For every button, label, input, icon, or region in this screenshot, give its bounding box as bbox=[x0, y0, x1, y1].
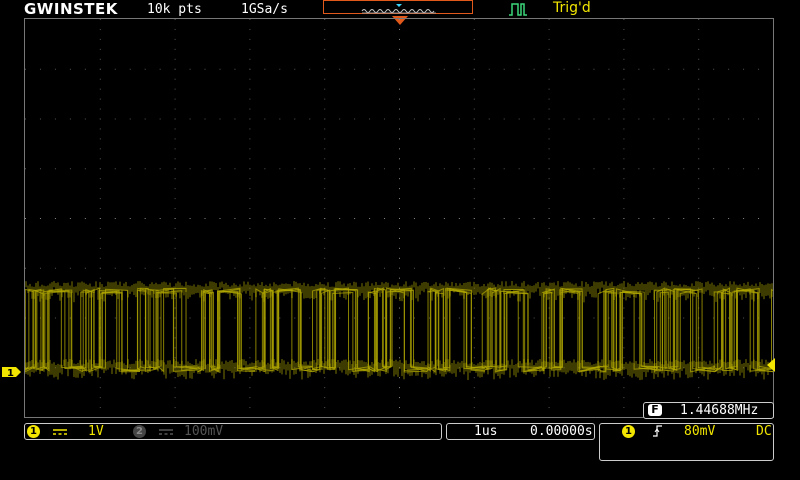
frequency-label: F bbox=[648, 404, 662, 416]
rising-edge-icon bbox=[653, 425, 662, 437]
timebase-scale: 1us bbox=[474, 424, 498, 439]
trigger-source-badge: 1 bbox=[622, 425, 635, 438]
memory-depth: 10k pts bbox=[147, 2, 202, 17]
channel-info-bar[interactable] bbox=[24, 423, 442, 440]
ch2-badge[interactable]: 2 bbox=[133, 425, 146, 438]
trigger-coupling: DC bbox=[756, 424, 772, 439]
waveform-display[interactable] bbox=[24, 18, 800, 418]
trigger-level-marker-icon[interactable] bbox=[764, 358, 776, 372]
ch1-scale: 1V bbox=[88, 424, 104, 439]
ch2-scale: 100mV bbox=[184, 424, 224, 439]
sample-rate: 1GSa/s bbox=[241, 2, 288, 17]
ch1-waveform-trace bbox=[24, 281, 800, 381]
memory-bar[interactable] bbox=[323, 0, 473, 14]
waveform-preview-icon bbox=[361, 4, 436, 14]
dc-coupling-icon bbox=[53, 429, 67, 435]
trigger-pulse-icon bbox=[509, 3, 527, 16]
ch1-ground-label: 1 bbox=[7, 368, 14, 378]
graticule-grid bbox=[24, 19, 800, 418]
ch1-ground-marker[interactable]: 1 bbox=[2, 363, 22, 382]
trigger-level: 80mV bbox=[684, 424, 716, 439]
brand-logo: GWINSTEK bbox=[24, 0, 118, 18]
trigger-status: Trig'd bbox=[553, 0, 591, 16]
timebase-position: 0.00000s bbox=[530, 424, 593, 439]
frequency-value: 1.44688MHz bbox=[680, 403, 759, 418]
dc-coupling-icon bbox=[159, 429, 173, 435]
ch1-badge[interactable]: 1 bbox=[27, 425, 40, 438]
